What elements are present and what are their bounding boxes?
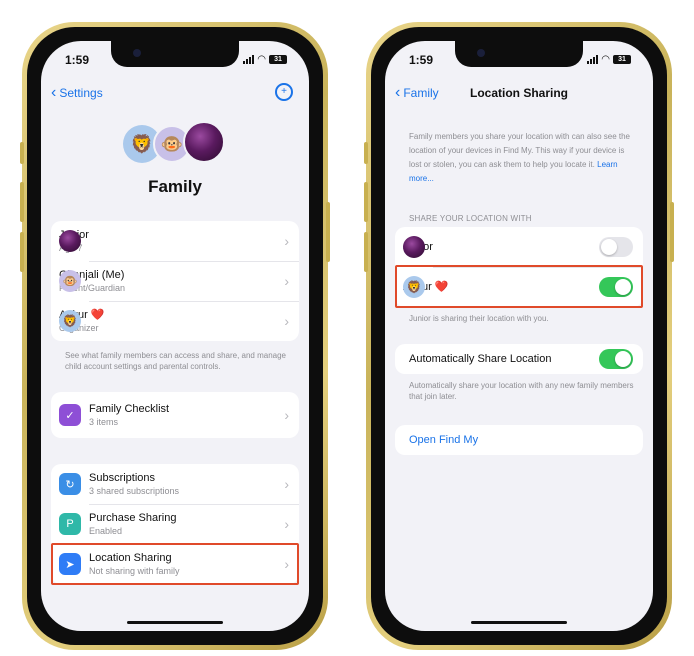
status-time: 1:59 bbox=[409, 53, 434, 67]
member-name: Junior bbox=[59, 228, 299, 242]
battery-icon: 31 bbox=[269, 55, 287, 64]
status-time: 1:59 bbox=[65, 53, 90, 67]
back-button[interactable]: ‹ Settings bbox=[51, 84, 103, 101]
members-note: See what family members can access and s… bbox=[65, 351, 287, 371]
family-settings-screen: 1:59 ◠ 31 ‹ Settings + 🦁 🐵 Family › 🐵 Gi… bbox=[41, 41, 309, 631]
family-avatars: 🦁 🐵 bbox=[123, 121, 227, 165]
purchase-sharing-row[interactable]: P Purchase Sharing Enabled › bbox=[51, 504, 299, 544]
battery-icon: 31 bbox=[613, 55, 631, 64]
nav-title: Location Sharing bbox=[469, 86, 568, 100]
avatar bbox=[59, 230, 81, 252]
avatar bbox=[403, 236, 425, 258]
auto-share-note: Automatically share your location with a… bbox=[409, 381, 634, 401]
cellular-signal-icon bbox=[587, 55, 599, 64]
cellular-signal-icon bbox=[243, 55, 255, 64]
home-indicator bbox=[127, 621, 223, 624]
checklist-icon: ✓ bbox=[59, 404, 81, 426]
avatar bbox=[183, 121, 225, 163]
member-name: Gitanjali (Me) bbox=[59, 268, 125, 281]
member-detail: Organizer bbox=[59, 322, 299, 335]
status-bar: 1:59 ◠ 31 bbox=[41, 53, 309, 69]
service-detail: 3 shared subscriptions bbox=[89, 485, 180, 496]
members-list: JuniorAge 7 › 🐵 Gitanjali (Me)Parent/Gua… bbox=[51, 221, 299, 341]
chevron-left-icon: ‹ bbox=[51, 84, 57, 101]
page-title: Family bbox=[148, 177, 202, 196]
auto-share-card: Automatically Share Location bbox=[395, 344, 643, 374]
family-checklist-card: ✓ Family Checklist 3 items › bbox=[51, 392, 299, 438]
member-detail: Age 7 bbox=[59, 242, 299, 255]
member-row-ankur[interactable]: 🦁 Ankur ❤️Organizer › bbox=[51, 301, 299, 341]
share-row-junior: Junior bbox=[395, 227, 643, 267]
family-checklist-row[interactable]: ✓ Family Checklist 3 items › bbox=[51, 392, 299, 438]
status-bar: 1:59 ◠ 31 bbox=[385, 53, 653, 69]
checklist-detail: 3 items bbox=[89, 416, 119, 427]
avatar: 🦁 bbox=[59, 310, 81, 332]
home-indicator bbox=[471, 621, 567, 624]
wifi-icon: ◠ bbox=[601, 54, 610, 65]
open-find-my-button[interactable]: Open Find My bbox=[395, 425, 643, 455]
subscriptions-row[interactable]: ↻ Subscriptions 3 shared subscriptions › bbox=[51, 464, 299, 504]
section-header: SHARE YOUR LOCATION WITH bbox=[409, 214, 532, 223]
find-my-card: Open Find My bbox=[395, 425, 643, 455]
member-row-gitanjali[interactable]: 🐵 Gitanjali (Me) Parent/Guardian › bbox=[51, 261, 299, 301]
purchase-sharing-icon: P bbox=[59, 513, 81, 535]
right-phone-frame: 1:59 ◠ 31 ‹ Family Location Sharing Fami… bbox=[364, 22, 674, 650]
add-member-icon[interactable]: + bbox=[275, 83, 293, 101]
member-row-junior[interactable]: JuniorAge 7 › bbox=[51, 221, 299, 261]
auto-share-toggle[interactable] bbox=[599, 349, 633, 369]
auto-share-row: Automatically Share Location bbox=[395, 344, 643, 374]
chevron-right-icon: › bbox=[284, 516, 289, 532]
left-phone-frame: 1:59 ◠ 31 ‹ Settings + 🦁 🐵 Family › 🐵 Gi… bbox=[20, 22, 330, 650]
highlight-box bbox=[395, 265, 643, 308]
member-name: Ankur ❤️ bbox=[59, 308, 105, 321]
chevron-right-icon: › bbox=[284, 313, 289, 329]
highlight-box bbox=[51, 543, 299, 585]
service-label: Subscriptions bbox=[89, 471, 156, 484]
subscriptions-icon: ↻ bbox=[59, 473, 81, 495]
chevron-right-icon: › bbox=[284, 273, 289, 289]
service-detail: Enabled bbox=[89, 525, 123, 536]
service-label: Purchase Sharing bbox=[89, 511, 177, 524]
member-detail: Parent/Guardian bbox=[59, 282, 126, 293]
chevron-right-icon: › bbox=[284, 233, 289, 249]
location-sharing-screen: 1:59 ◠ 31 ‹ Family Location Sharing Fami… bbox=[385, 41, 653, 631]
share-note: Junior is sharing their location with yo… bbox=[409, 314, 549, 323]
chevron-right-icon: › bbox=[284, 476, 289, 492]
share-toggle-junior[interactable] bbox=[599, 237, 633, 257]
wifi-icon: ◠ bbox=[257, 54, 266, 65]
avatar: 🐵 bbox=[59, 270, 81, 292]
chevron-right-icon: › bbox=[284, 407, 289, 423]
checklist-label: Family Checklist bbox=[89, 402, 170, 415]
info-text: Family members you share your location w… bbox=[409, 132, 630, 183]
back-label: Settings bbox=[59, 86, 103, 100]
